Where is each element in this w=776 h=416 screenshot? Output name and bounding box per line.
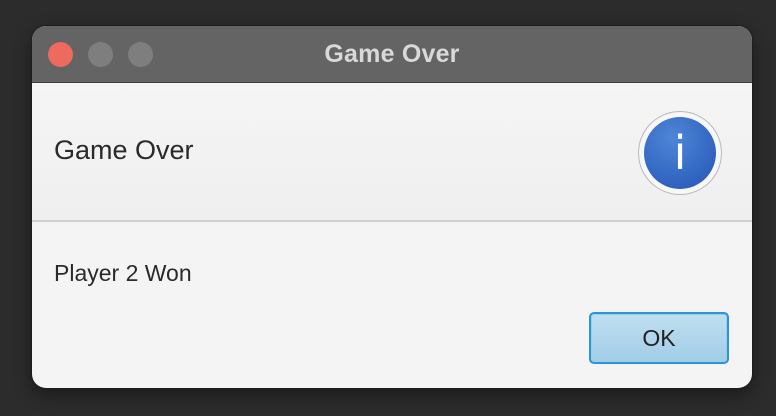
info-icon-glyph: i — [644, 117, 716, 189]
info-icon: i — [638, 111, 722, 195]
window-title: Game Over — [324, 40, 460, 68]
title-bar[interactable]: Game Over — [32, 26, 752, 83]
ok-button[interactable]: OK — [589, 312, 729, 364]
dialog-header: Game Over i — [32, 83, 752, 222]
game-over-dialog: Game Over Game Over i Player 2 Won OK — [32, 26, 752, 388]
desktop-background: Game Over Game Over i Player 2 Won OK — [0, 0, 776, 416]
content-message: Player 2 Won — [54, 260, 192, 286]
header-text: Game Over — [54, 135, 194, 165]
